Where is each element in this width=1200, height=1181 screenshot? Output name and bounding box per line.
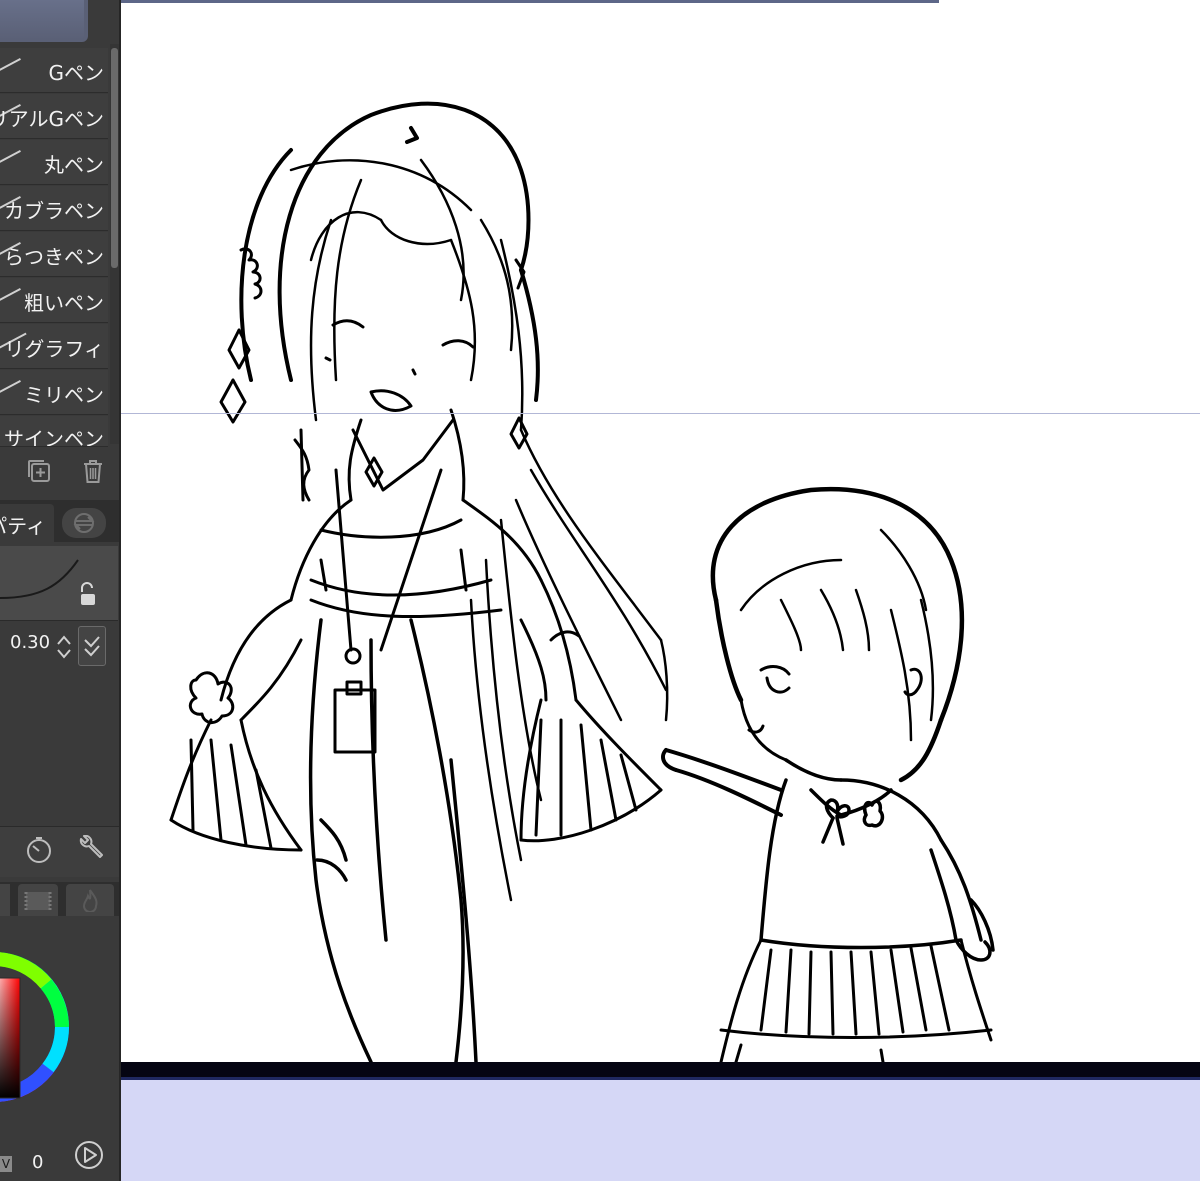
stepper-arrows-icon[interactable] bbox=[56, 634, 72, 660]
timer-icon bbox=[27, 837, 51, 863]
brush-item-calligraphy[interactable]: リグラフィ bbox=[0, 324, 108, 369]
play-circle-icon bbox=[75, 1141, 103, 1169]
brush-item-coarse-pen[interactable]: 粗いペン bbox=[0, 278, 108, 323]
brush-list-scrollbar-thumb[interactable] bbox=[111, 48, 118, 268]
property-panel-body bbox=[0, 672, 118, 826]
drawing-canvas[interactable] bbox=[121, 0, 1200, 1181]
property-tab-bar: パティ bbox=[0, 500, 119, 542]
left-tool-panel: Gペン リアルGペン 丸ペン カブラペン らつきペン 粗いペン リグラフィ ミリ… bbox=[0, 0, 121, 1181]
brush-item-g-pen[interactable]: Gペン bbox=[0, 48, 108, 93]
brush-item-real-g-pen[interactable]: リアルGペン bbox=[0, 94, 108, 139]
brush-item-label: 丸ペン bbox=[44, 153, 104, 177]
canvas-lower-region bbox=[121, 1080, 1200, 1181]
unlock-icon[interactable] bbox=[76, 582, 100, 608]
tab-sub-view[interactable] bbox=[62, 508, 106, 538]
color-play-button[interactable] bbox=[72, 1138, 106, 1172]
add-brush-button[interactable] bbox=[22, 454, 56, 488]
property-tool-row bbox=[0, 826, 119, 877]
trash-icon bbox=[84, 460, 102, 483]
brush-item-milli-pen[interactable]: ミリペン bbox=[0, 370, 108, 415]
delete-brush-button[interactable] bbox=[76, 454, 110, 488]
brush-item-rough-pen[interactable]: らつきペン bbox=[0, 232, 108, 277]
history-button[interactable] bbox=[22, 833, 56, 867]
brush-value-field[interactable]: 0.30 bbox=[10, 632, 50, 653]
brush-item-label: カブラペン bbox=[4, 199, 104, 223]
tab-color-wheel[interactable] bbox=[0, 884, 10, 916]
brush-stroke-preview bbox=[0, 380, 21, 394]
pressure-curve bbox=[0, 559, 79, 599]
film-icon bbox=[24, 892, 52, 910]
v-channel-label: V bbox=[0, 1156, 12, 1172]
tab-label: パティ bbox=[0, 514, 46, 538]
color-wheel-panel bbox=[0, 916, 119, 1181]
canvas-bottom-border bbox=[121, 1062, 1200, 1080]
flame-icon bbox=[82, 889, 98, 912]
brush-item-label: リアルGペン bbox=[0, 107, 104, 131]
pressure-curve-graph[interactable] bbox=[0, 546, 118, 621]
tool-thumbnail[interactable] bbox=[0, 0, 88, 42]
color-wheel[interactable] bbox=[0, 916, 119, 1156]
tab-tool-property[interactable]: パティ bbox=[0, 504, 54, 542]
line-art-illustration bbox=[169, 101, 995, 1062]
brush-item-round-pen[interactable]: 丸ペン bbox=[0, 140, 108, 185]
brush-stroke-preview bbox=[0, 58, 21, 72]
brush-stroke-preview bbox=[0, 288, 21, 302]
add-brush-icon bbox=[28, 460, 50, 482]
swap-arrows-icon bbox=[73, 513, 95, 533]
brush-item-label: サインペン bbox=[4, 427, 104, 447]
color-tab-bar bbox=[0, 882, 119, 916]
horizontal-guide-line[interactable] bbox=[121, 413, 1200, 414]
brush-item-label: 粗いペン bbox=[24, 291, 104, 315]
brush-item-label: らつきペン bbox=[4, 245, 104, 269]
v-channel-value[interactable]: 0 bbox=[32, 1152, 43, 1173]
tab-animation[interactable] bbox=[18, 884, 58, 916]
wrench-icon bbox=[79, 835, 103, 858]
apply-checkbox[interactable] bbox=[78, 626, 106, 666]
brush-stroke-preview bbox=[0, 150, 21, 164]
brush-value-row: 0.30 bbox=[0, 624, 118, 668]
brush-item-kabura-pen[interactable]: カブラペン bbox=[0, 186, 108, 231]
tab-flame[interactable] bbox=[66, 884, 114, 916]
brush-toolbar bbox=[0, 448, 119, 496]
tool-settings-button[interactable] bbox=[74, 833, 108, 867]
brush-item-label: リグラフィ bbox=[4, 337, 104, 361]
brush-item-label: ミリペン bbox=[24, 383, 104, 407]
brush-item-sign-pen[interactable]: サインペン bbox=[0, 416, 108, 447]
double-check-icon bbox=[84, 636, 100, 657]
brush-item-label: Gペン bbox=[48, 61, 105, 85]
